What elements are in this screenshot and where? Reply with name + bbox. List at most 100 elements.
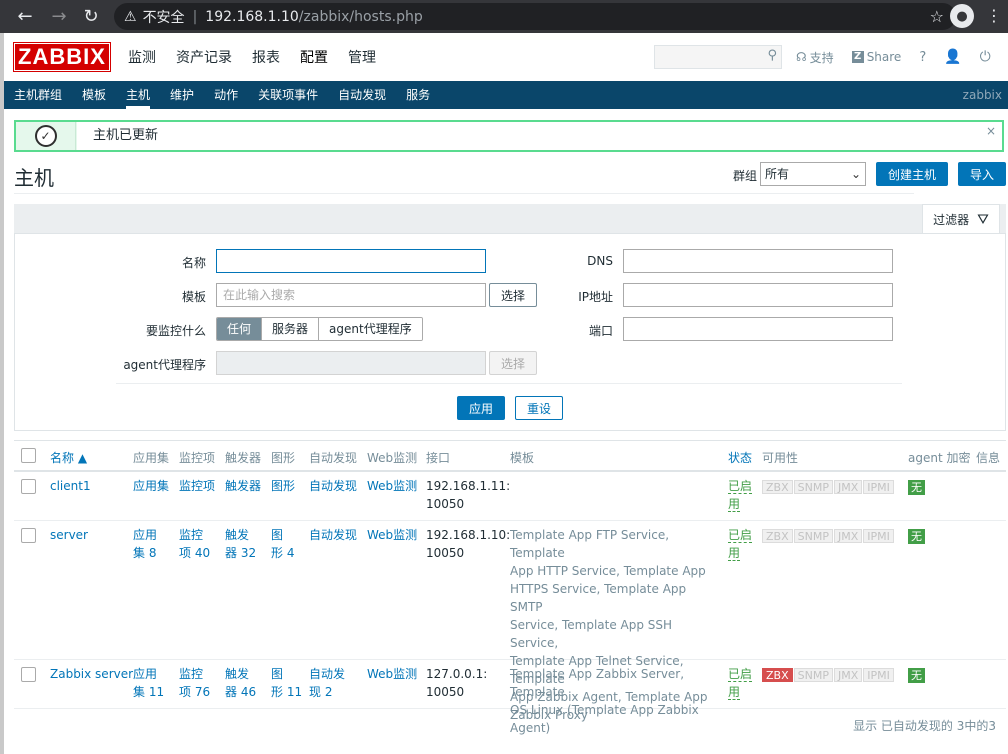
- group-select[interactable]: 所有 ⌄: [760, 162, 866, 186]
- graphs-link[interactable]: 图形 11: [271, 665, 302, 701]
- sign-out-icon[interactable]: ⏻: [980, 49, 991, 65]
- encryption-badge: 无: [908, 480, 925, 495]
- user-profile-icon[interactable]: 👤: [944, 49, 961, 65]
- subnav-maintenance[interactable]: 维护: [170, 81, 194, 109]
- subnav-templates[interactable]: 模板: [82, 81, 106, 109]
- address-bar[interactable]: ⚠ 不安全 | 192.168.1.10 /zabbix/hosts.php ☆: [114, 3, 956, 30]
- bookmark-star-icon[interactable]: ☆: [930, 7, 944, 26]
- items-link[interactable]: 监控项 76: [179, 665, 210, 701]
- web-link[interactable]: Web监测: [367, 477, 417, 495]
- graphs-link[interactable]: 图形: [271, 477, 295, 495]
- header-web: Web监测: [367, 451, 418, 465]
- templates-select-button[interactable]: 选择: [489, 283, 537, 307]
- help-link[interactable]: ?: [919, 50, 926, 65]
- row-checkbox[interactable]: [21, 479, 36, 494]
- port-input[interactable]: [623, 317, 893, 341]
- browser-menu-icon[interactable]: ⋮: [986, 6, 1002, 25]
- monitored-by-server[interactable]: 服务器: [261, 318, 319, 340]
- host-name-link[interactable]: client1: [50, 477, 91, 495]
- status-toggle-cont[interactable]: 用: [728, 495, 741, 513]
- menu-configuration[interactable]: 配置: [300, 47, 328, 67]
- items-link[interactable]: 监控项: [179, 477, 215, 495]
- select-all-checkbox[interactable]: [21, 448, 36, 463]
- template-line[interactable]: App HTTP Service, Template App: [510, 562, 720, 580]
- template-line[interactable]: Template App FTP Service, Template: [510, 526, 720, 562]
- status-toggle[interactable]: 已启: [728, 526, 753, 544]
- zabbix-logo[interactable]: ZABBIX: [13, 42, 111, 72]
- create-host-button[interactable]: 创建主机: [876, 162, 948, 186]
- dns-input[interactable]: [623, 249, 893, 273]
- subnav-services[interactable]: 服务: [406, 81, 430, 109]
- discovery-link[interactable]: 自动发现: [309, 526, 357, 544]
- import-button[interactable]: 导入: [958, 162, 1006, 186]
- row-checkbox[interactable]: [21, 528, 36, 543]
- applications-link[interactable]: 应用集 8: [133, 526, 157, 562]
- interface-line-1: 192.168.1.10:: [426, 528, 511, 542]
- header-name[interactable]: 名称 ▲: [50, 449, 87, 466]
- profile-avatar-icon[interactable]: ●: [950, 4, 974, 28]
- reload-icon[interactable]: ↻: [76, 1, 106, 31]
- ip-input[interactable]: [623, 283, 893, 307]
- web-link[interactable]: Web监测: [367, 665, 417, 683]
- template-line[interactable]: Service, Template App SSH Service,: [510, 616, 720, 652]
- subnav-host-groups[interactable]: 主机群组: [14, 81, 62, 109]
- subnav-hosts[interactable]: 主机: [126, 81, 151, 109]
- header-encryption: agent 加密: [908, 451, 971, 465]
- status-toggle[interactable]: 已启: [728, 665, 753, 683]
- templates-list[interactable]: Template App Zabbix Server, Template OS …: [510, 665, 724, 737]
- filter-templates-input[interactable]: 在此输入搜索: [216, 283, 486, 307]
- global-search-input[interactable]: ⚲: [654, 45, 782, 69]
- main-menu: 监测 资产记录 报表 配置 管理: [128, 33, 396, 81]
- status-toggle-cont[interactable]: 用: [728, 683, 741, 701]
- filter-templates-label: 模板: [181, 290, 206, 304]
- graphs-link[interactable]: 图形 4: [271, 526, 294, 562]
- filter-name-input[interactable]: [216, 249, 486, 273]
- web-link[interactable]: Web监测: [367, 526, 417, 544]
- menu-reports[interactable]: 报表: [252, 47, 280, 67]
- host-name-link[interactable]: server: [50, 526, 88, 544]
- items-link[interactable]: 监控项 40: [179, 526, 210, 562]
- header-interface: 接口: [426, 451, 451, 465]
- triggers-link[interactable]: 触发器 32: [225, 526, 256, 562]
- forward-arrow-icon[interactable]: →: [44, 1, 74, 31]
- search-icon[interactable]: ⚲: [767, 48, 777, 63]
- header-discovery: 自动发现: [309, 451, 358, 465]
- monitored-by-any[interactable]: 任何: [217, 318, 262, 340]
- close-icon[interactable]: ×: [986, 124, 996, 138]
- share-link[interactable]: Z Share: [851, 50, 901, 64]
- insecure-label: 不安全: [142, 9, 185, 26]
- jmx-badge: JMX: [833, 480, 863, 494]
- host-name-link[interactable]: Zabbix server: [50, 665, 133, 683]
- subnav-discovery[interactable]: 自动发现: [338, 81, 386, 109]
- row-checkbox[interactable]: [21, 667, 36, 682]
- apply-button[interactable]: 应用: [457, 396, 505, 420]
- subnav-actions[interactable]: 动作: [214, 81, 238, 109]
- status-toggle-cont[interactable]: 用: [728, 544, 741, 562]
- subnav-correlation[interactable]: 关联项事件: [258, 81, 318, 109]
- monitored-by-selector: 任何 服务器 agent代理程序: [216, 317, 423, 341]
- monitored-by-proxy[interactable]: agent代理程序: [318, 318, 422, 340]
- menu-administration[interactable]: 管理: [348, 47, 376, 67]
- encryption-badge: 无: [908, 668, 925, 683]
- status-line-2: 用: [728, 546, 741, 561]
- port-label: 端口: [588, 324, 613, 338]
- template-line[interactable]: Template App Zabbix Server, Template: [510, 665, 724, 701]
- triggers-link[interactable]: 触发器 46: [225, 665, 256, 701]
- jmx-badge: JMX: [833, 668, 863, 682]
- zabbix-header: ZABBIX 监测 资产记录 报表 配置 管理 ⚲ ☊ 支持 Z Share ? 👤…: [0, 33, 1008, 81]
- filter-tab[interactable]: 过滤器 ⛛: [922, 204, 1000, 234]
- triggers-link[interactable]: 触发器: [225, 477, 261, 495]
- status-toggle[interactable]: 已启: [728, 477, 753, 495]
- support-link[interactable]: ☊ 支持: [796, 49, 834, 66]
- back-arrow-icon[interactable]: ←: [10, 1, 40, 31]
- discovery-link[interactable]: 自动发现: [309, 477, 357, 495]
- menu-inventory[interactable]: 资产记录: [176, 47, 232, 67]
- applications-link[interactable]: 应用集: [133, 477, 169, 495]
- applications-link[interactable]: 应用集 11: [133, 665, 164, 701]
- reset-button[interactable]: 重设: [515, 396, 563, 420]
- header-status[interactable]: 状态: [728, 449, 752, 466]
- template-line[interactable]: OS Linux (Template App Zabbix Agent): [510, 701, 724, 737]
- template-line[interactable]: HTTPS Service, Template App SMTP: [510, 580, 720, 616]
- menu-monitoring[interactable]: 监测: [128, 47, 156, 67]
- discovery-link[interactable]: 自动发现 2: [309, 665, 345, 701]
